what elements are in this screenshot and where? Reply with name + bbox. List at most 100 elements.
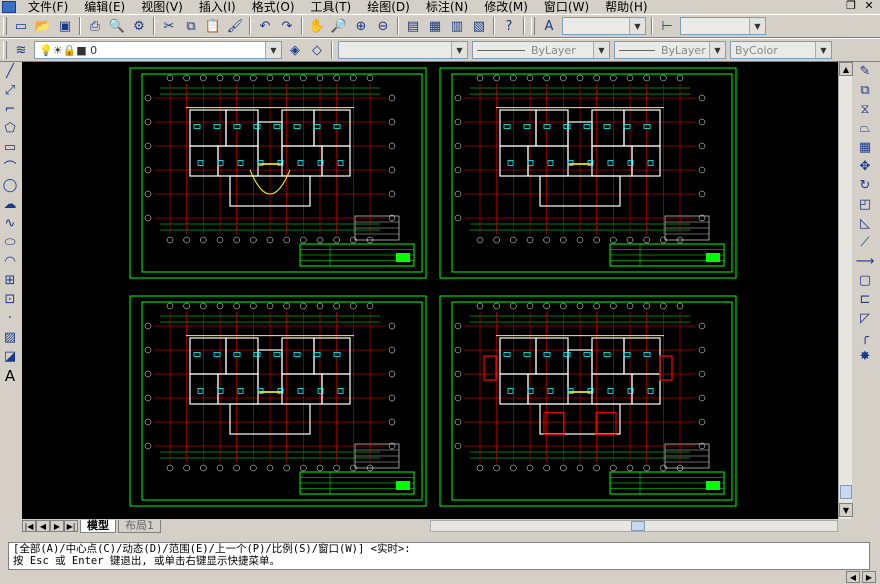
print-icon[interactable]: ⎙ (84, 16, 106, 36)
drawing-canvas[interactable] (22, 62, 838, 519)
explode-icon[interactable]: ✸ (856, 347, 874, 366)
chevron-down-icon[interactable]: ▼ (629, 18, 645, 34)
insert-block-icon[interactable]: ⊞ (1, 271, 19, 290)
paste-icon[interactable]: 📋 (202, 16, 224, 36)
hatch-icon[interactable]: ▨ (1, 328, 19, 347)
save-icon[interactable]: ▣ (54, 16, 76, 36)
layer-combo[interactable]: 💡☀🔒■ 0 ▼ (34, 41, 282, 59)
next-tab-icon[interactable]: ▶ (50, 520, 64, 532)
erase-icon[interactable]: ✎ (856, 62, 874, 81)
ellipse-arc-icon[interactable]: ◠ (1, 252, 19, 271)
mirror-icon[interactable]: ⧖ (856, 100, 874, 119)
menu-tools[interactable]: 工具(T) (303, 0, 360, 14)
chevron-down-icon[interactable]: ▼ (593, 42, 609, 58)
text-style-icon[interactable]: A (538, 16, 560, 36)
menu-view[interactable]: 视图(V) (133, 0, 191, 14)
break-at-point-icon[interactable]: ▢ (856, 271, 874, 290)
text-style-combo[interactable]: ▼ (562, 17, 646, 35)
menu-help[interactable]: 帮助(H) (597, 0, 655, 14)
stretch-icon[interactable]: ◺ (856, 214, 874, 233)
toolbar-grip[interactable] (3, 41, 7, 59)
copy-object-icon[interactable]: ⧉ (856, 81, 874, 100)
chevron-down-icon[interactable]: ▼ (815, 42, 831, 58)
open-folder-icon[interactable]: 📂 (32, 16, 54, 36)
chevron-down-icon[interactable]: ▼ (709, 42, 725, 58)
chevron-down-icon[interactable]: ▼ (265, 42, 281, 58)
help-icon[interactable]: ? (498, 16, 520, 36)
toolbar-grip[interactable] (3, 17, 7, 35)
menu-insert[interactable]: 插入(I) (191, 0, 244, 14)
match-properties-icon[interactable]: 🖌 (224, 16, 246, 36)
spline-icon[interactable]: ∿ (1, 214, 19, 233)
lineweight-combo[interactable]: ByLayer ▼ (614, 41, 726, 59)
design-center-icon[interactable]: ▦ (424, 16, 446, 36)
menu-dimension[interactable]: 标注(N) (418, 0, 476, 14)
menu-file[interactable]: 文件(F) (20, 0, 76, 14)
polyline-icon[interactable]: ⌐ (1, 100, 19, 119)
copy-icon[interactable]: ⧉ (180, 16, 202, 36)
cut-icon[interactable]: ✂ (158, 16, 180, 36)
prev-tab-icon[interactable]: ◀ (36, 520, 50, 532)
make-block-icon[interactable]: ⊡ (1, 290, 19, 309)
horizontal-scrollbar[interactable] (430, 520, 838, 532)
tab-model[interactable]: 模型 (80, 519, 116, 533)
break-icon[interactable]: ⊏ (856, 290, 874, 309)
rotate-icon[interactable]: ↻ (856, 176, 874, 195)
offset-icon[interactable]: ⏢ (856, 119, 874, 138)
trim-icon[interactable]: ⟋ (856, 233, 874, 252)
redo-icon[interactable]: ↷ (276, 16, 298, 36)
construction-line-icon[interactable]: ⤢ (1, 81, 19, 100)
menu-edit[interactable]: 编辑(E) (76, 0, 133, 14)
first-tab-icon[interactable]: |◀ (22, 520, 36, 532)
horizontal-scroll-thumb[interactable] (631, 521, 645, 531)
publish-icon[interactable]: ⚙ (128, 16, 150, 36)
scroll-down-icon[interactable]: ▼ (839, 503, 853, 517)
menu-draw[interactable]: 绘图(D) (359, 0, 418, 14)
layer-manager-icon[interactable]: ≋ (10, 40, 32, 60)
move-icon[interactable]: ✥ (856, 157, 874, 176)
vertical-scrollbar[interactable]: ▲ ▼ (838, 62, 853, 519)
multiline-text-icon[interactable]: A (1, 366, 19, 385)
print-preview-icon[interactable]: 🔍 (106, 16, 128, 36)
tab-layout1[interactable]: 布局1 (118, 519, 161, 533)
color-control-combo[interactable]: ▼ (338, 41, 468, 59)
region-icon[interactable]: ◪ (1, 347, 19, 366)
polygon-icon[interactable]: ⬠ (1, 119, 19, 138)
plot-style-combo[interactable]: ByColor ▼ (730, 41, 832, 59)
properties-icon[interactable]: ▤ (402, 16, 424, 36)
zoom-previous-icon[interactable]: ⊖ (372, 16, 394, 36)
arc-icon[interactable]: ⌒ (1, 157, 19, 176)
dim-style-icon[interactable]: ⊢ (656, 16, 678, 36)
sheet-set-icon[interactable]: ▧ (468, 16, 490, 36)
fillet-icon[interactable]: ╭ (856, 328, 874, 347)
new-file-icon[interactable]: ▭ (10, 16, 32, 36)
dim-style-combo[interactable]: ▼ (680, 17, 766, 35)
pan-icon[interactable]: ✋ (306, 16, 328, 36)
rectangle-icon[interactable]: ▭ (1, 138, 19, 157)
undo-icon[interactable]: ↶ (254, 16, 276, 36)
zoom-realtime-icon[interactable]: 🔎 (328, 16, 350, 36)
revision-cloud-icon[interactable]: ☁ (1, 195, 19, 214)
scroll-left-icon[interactable]: ◀ (846, 571, 860, 583)
tool-palettes-icon[interactable]: ▥ (446, 16, 468, 36)
close-icon[interactable]: ✕ (862, 0, 876, 12)
make-current-layer-icon[interactable]: ◈ (284, 40, 306, 60)
toolbar-grip[interactable] (531, 17, 535, 35)
extend-icon[interactable]: ⟶ (856, 252, 875, 271)
chevron-down-icon[interactable]: ▼ (749, 18, 765, 34)
line-icon[interactable]: ╱ (1, 62, 19, 81)
vertical-scroll-thumb[interactable] (840, 485, 852, 499)
point-icon[interactable]: · (1, 309, 19, 328)
scroll-right-icon[interactable]: ▶ (862, 571, 876, 583)
chevron-down-icon[interactable]: ▼ (451, 42, 467, 58)
app-icon[interactable] (2, 1, 16, 13)
zoom-window-icon[interactable]: ⊕ (350, 16, 372, 36)
layer-previous-icon[interactable]: ◇ (306, 40, 328, 60)
last-tab-icon[interactable]: ▶| (64, 520, 78, 532)
circle-icon[interactable]: ◯ (1, 176, 19, 195)
chamfer-icon[interactable]: ◸ (856, 309, 874, 328)
scroll-up-icon[interactable]: ▲ (839, 62, 853, 76)
command-window[interactable]: [全部(A)/中心点(C)/动态(D)/范围(E)/上一个(P)/比例(S)/窗… (8, 542, 870, 570)
linetype-combo[interactable]: ByLayer ▼ (472, 41, 610, 59)
restore-icon[interactable]: ❐ (844, 0, 858, 12)
